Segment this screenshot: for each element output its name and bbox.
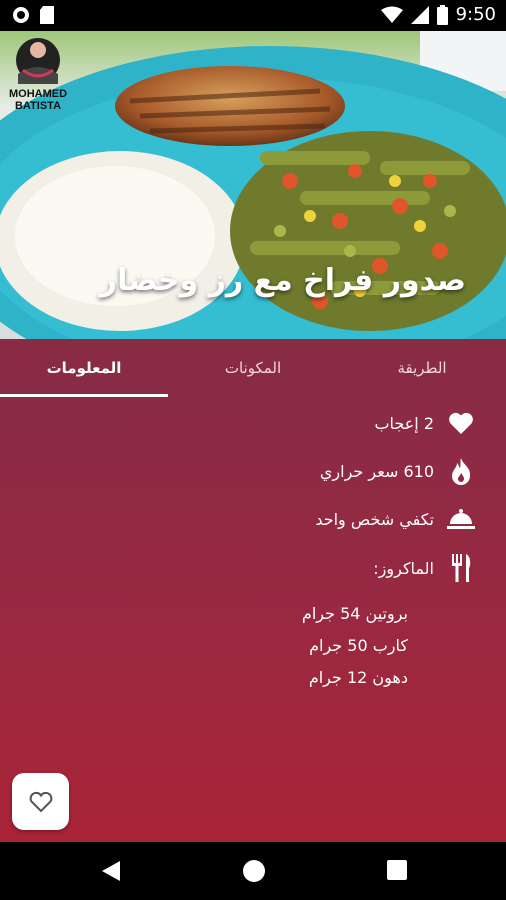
logo-text-bottom: BATISTA [15,100,61,112]
tab-info[interactable]: المعلومات [0,339,168,397]
tab-method[interactable]: الطريقة [338,339,506,397]
back-icon[interactable] [100,859,122,883]
calories-text: 610 سعر حراري [319,461,434,481]
recents-icon[interactable] [386,859,408,881]
macro-protein: بروتين 54 جرام [301,604,408,623]
likes-row: 2 إعجاب [374,408,476,438]
likes-text: 2 إعجاب [374,413,434,433]
calories-row: 610 سعر حراري [320,456,476,486]
logo-text-top: MOHAMED [9,88,67,100]
flame-icon [446,456,476,486]
heart-icon [446,408,476,438]
signal-icon [410,5,429,24]
macro-carbs: كارب 50 جرام [309,636,408,655]
macros-list: بروتين 54 جرام كارب 50 جرام دهون 12 جرام [302,604,408,700]
sd-card-icon [40,6,54,24]
tab-bar: المعلومات المكونات الطريقة [0,339,506,397]
heart-outline-icon [29,791,52,812]
macros-label: الماكروز: [373,558,434,578]
battery-icon [436,4,448,25]
camera-icon [13,7,29,23]
status-time: 9:50 [455,4,496,25]
wifi-icon [380,6,403,23]
brand-logo: MOHAMED BATISTA [9,38,67,112]
tab-ingredients[interactable]: المكونات [169,339,337,397]
recipe-hero-image: MOHAMED BATISTA صدور فراخ مع رز وخضار [0,31,506,339]
favorite-button[interactable] [12,773,69,830]
macro-fat: دهون 12 جرام [308,668,408,687]
servings-text: تكفي شخص واحد [315,509,434,529]
home-icon[interactable] [242,859,266,883]
servings-row: تكفي شخص واحد [315,504,476,534]
fork-knife-icon [446,553,476,583]
system-nav-bar [0,842,506,900]
recipe-title: صدور فراخ مع رز وخضار [99,263,466,298]
status-bar: 9:50 [0,0,506,31]
serving-dish-icon [446,504,476,534]
macros-row: الماكروز: [373,553,476,583]
